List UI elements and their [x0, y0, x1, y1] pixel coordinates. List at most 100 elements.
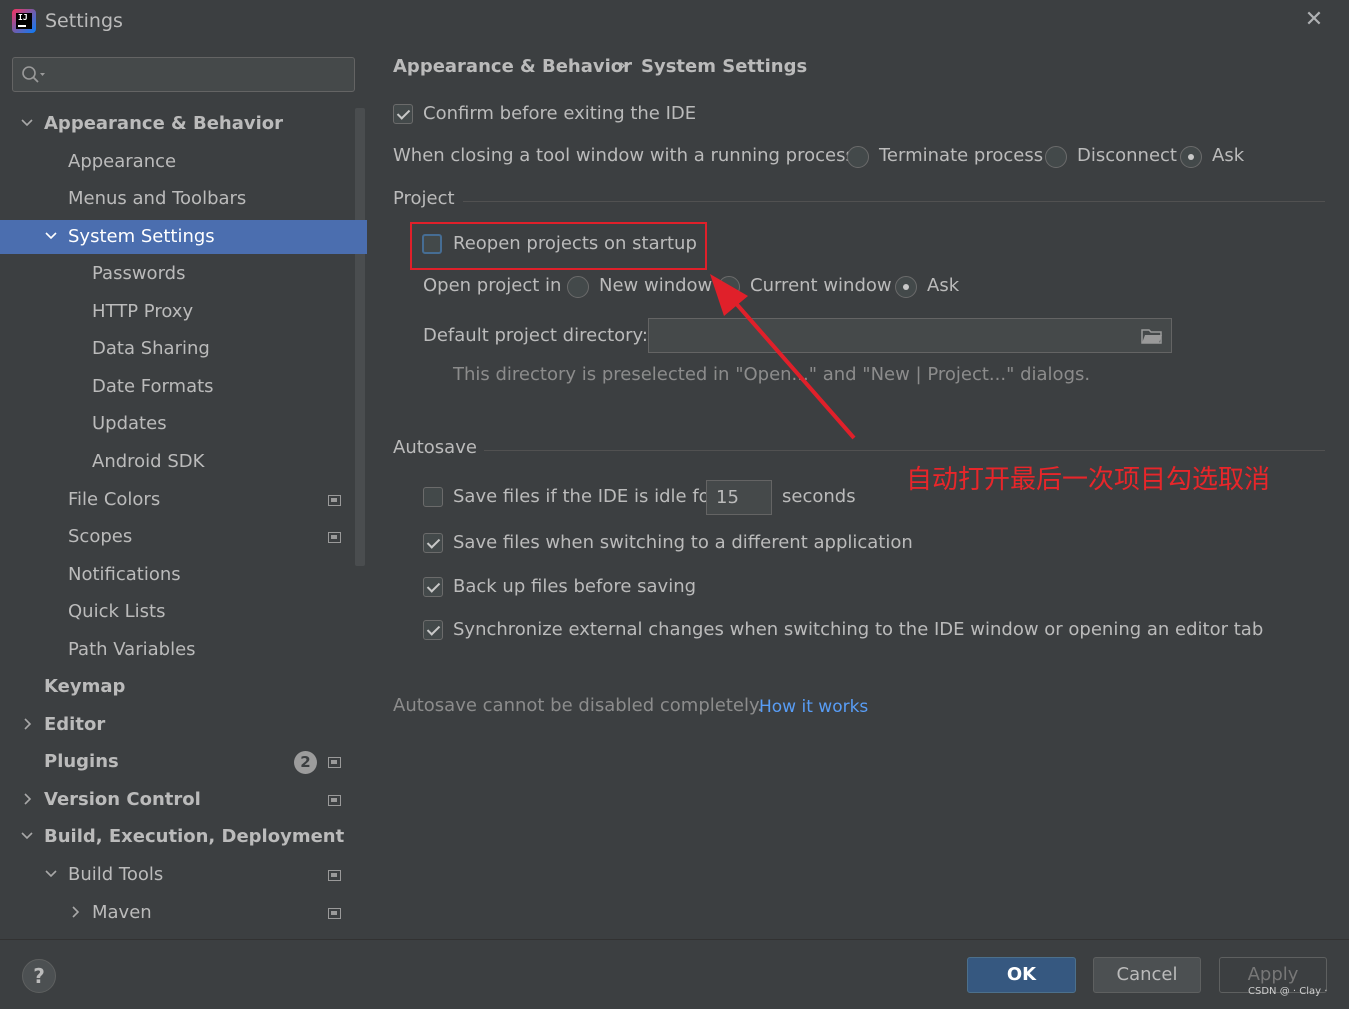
- breadcrumb-parent[interactable]: Appearance & Behavior: [393, 56, 632, 77]
- disconnect-radio[interactable]: [1045, 146, 1067, 168]
- autosave-section-title: Autosave: [393, 437, 477, 458]
- sidebar-item-label: HTTP Proxy: [92, 301, 194, 322]
- sidebar-item-label: Appearance & Behavior: [44, 113, 284, 134]
- sidebar-item-label: Keymap: [44, 676, 126, 697]
- sidebar-item-label: Appearance: [68, 151, 177, 172]
- sidebar-item-appearance-behavior[interactable]: Appearance & Behavior: [0, 107, 367, 141]
- backup-files-label: Back up files before saving: [453, 576, 697, 597]
- sidebar-item-appearance[interactable]: Appearance: [0, 145, 367, 179]
- sidebar-item-label: Build Tools: [68, 864, 164, 885]
- intellij-logo-icon: IJ: [12, 9, 36, 33]
- sidebar-item-label: Scopes: [68, 526, 133, 547]
- seconds-unit-label: seconds: [782, 486, 856, 507]
- search-icon: [22, 66, 45, 83]
- sidebar-item-keymap[interactable]: Keymap: [0, 670, 367, 704]
- title-bar: [0, 0, 1349, 42]
- project-section-divider: [463, 201, 1325, 202]
- sidebar-item-label: Quick Lists: [68, 601, 166, 622]
- breadcrumb-separator-icon: ›: [619, 55, 627, 76]
- help-button[interactable]: ?: [22, 959, 56, 993]
- project-level-icon: [328, 870, 341, 881]
- sync-external-label: Synchronize external changes when switch…: [453, 619, 1264, 640]
- sidebar-item-build-tools[interactable]: Build Tools: [0, 858, 367, 892]
- ok-button[interactable]: OK: [967, 957, 1076, 993]
- settings-search-input[interactable]: [12, 57, 355, 92]
- sidebar-item-label: Notifications: [68, 564, 181, 585]
- sidebar-item-label: Maven: [92, 902, 152, 923]
- sidebar-item-label: Build, Execution, Deployment: [44, 826, 345, 847]
- sidebar-item-label: Android SDK: [92, 451, 205, 472]
- sidebar-item-path-variables[interactable]: Path Variables: [0, 633, 367, 667]
- sidebar-item-date-formats[interactable]: Date Formats: [0, 370, 367, 404]
- annotation-highlight-box: [410, 222, 707, 270]
- closing-process-label: When closing a tool window with a runnin…: [393, 145, 861, 166]
- save-on-switch-label: Save files when switching to a different…: [453, 532, 913, 553]
- idle-seconds-input[interactable]: [706, 480, 772, 515]
- open-ask-radio[interactable]: [895, 276, 917, 298]
- project-level-icon: [328, 495, 341, 506]
- sidebar-item-file-colors[interactable]: File Colors: [0, 483, 367, 517]
- sidebar-item-label: Date Formats: [92, 376, 214, 397]
- sidebar-item-label: Data Sharing: [92, 338, 210, 359]
- sidebar-item-scopes[interactable]: Scopes: [0, 520, 367, 554]
- sidebar-item-menus-and-toolbars[interactable]: Menus and Toolbars: [0, 182, 367, 216]
- sidebar-item-label: Passwords: [92, 263, 186, 284]
- project-level-icon: [328, 757, 341, 768]
- sidebar-item-label: File Colors: [68, 489, 161, 510]
- sidebar-item-version-control[interactable]: Version Control: [0, 783, 367, 817]
- autosave-note: Autosave cannot be disabled completely.: [393, 695, 763, 716]
- how-it-works-link[interactable]: How it works: [759, 697, 868, 717]
- save-idle-label: Save files if the IDE is idle for: [453, 486, 718, 507]
- annotation-note: 自动打开最后一次项目勾选取消: [906, 465, 1271, 495]
- plugins-updates-badge: 2: [294, 751, 317, 774]
- sidebar-item-android-sdk[interactable]: Android SDK: [0, 445, 367, 479]
- folder-browse-icon[interactable]: [1141, 328, 1163, 344]
- cancel-button[interactable]: Cancel: [1093, 957, 1201, 993]
- sidebar-item-notifications[interactable]: Notifications: [0, 558, 367, 592]
- closing-ask-radio[interactable]: [1180, 146, 1202, 168]
- sidebar-item-quick-lists[interactable]: Quick Lists: [0, 595, 367, 629]
- sidebar-item-updates[interactable]: Updates: [0, 407, 367, 441]
- sidebar-item-label: System Settings: [68, 226, 215, 247]
- sidebar-item-label: Version Control: [44, 789, 201, 810]
- sidebar-item-label: Menus and Toolbars: [68, 188, 247, 209]
- backup-files-checkbox[interactable]: [423, 577, 443, 597]
- open-project-in-label: Open project in: [423, 275, 562, 296]
- sidebar-item-label: Path Variables: [68, 639, 196, 660]
- sidebar-item-http-proxy[interactable]: HTTP Proxy: [0, 295, 367, 329]
- sidebar-item-editor[interactable]: Editor: [0, 708, 367, 742]
- sidebar-item-label: Plugins: [44, 751, 119, 772]
- sidebar-item-label: Updates: [92, 413, 167, 434]
- sidebar-item-passwords[interactable]: Passwords: [0, 257, 367, 291]
- chevron-right-icon[interactable]: [19, 708, 35, 742]
- sidebar-item-label: Editor: [44, 714, 106, 735]
- project-level-icon: [328, 908, 341, 919]
- chevron-right-icon[interactable]: [67, 896, 83, 930]
- sync-external-checkbox[interactable]: [423, 620, 443, 640]
- sidebar-item-maven[interactable]: Maven: [0, 896, 367, 930]
- window-title: Settings: [45, 10, 123, 32]
- project-section-title: Project: [393, 188, 455, 209]
- confirm-exit-checkbox[interactable]: [393, 104, 413, 124]
- sidebar-item-plugins[interactable]: Plugins 2: [0, 745, 367, 779]
- save-idle-checkbox[interactable]: [423, 487, 443, 507]
- project-level-icon: [328, 795, 341, 806]
- sidebar-item-build-execution-deployment[interactable]: Build, Execution, Deployment: [0, 820, 367, 854]
- sidebar-item-system-settings[interactable]: System Settings: [0, 220, 367, 254]
- default-directory-label: Default project directory:: [423, 325, 648, 346]
- save-on-switch-checkbox[interactable]: [423, 533, 443, 553]
- new-window-label: New window: [599, 275, 713, 296]
- project-level-icon: [328, 532, 341, 543]
- sidebar-item-data-sharing[interactable]: Data Sharing: [0, 332, 367, 366]
- terminate-process-radio[interactable]: [847, 146, 869, 168]
- breadcrumb-current: System Settings: [641, 56, 808, 77]
- chevron-down-icon[interactable]: [19, 107, 35, 141]
- chevron-down-icon[interactable]: [43, 220, 59, 254]
- chevron-down-icon[interactable]: [43, 858, 59, 892]
- new-window-radio[interactable]: [567, 276, 589, 298]
- closing-ask-label: Ask: [1212, 145, 1245, 166]
- chevron-right-icon[interactable]: [19, 783, 35, 817]
- chevron-down-icon[interactable]: [19, 820, 35, 854]
- open-ask-label: Ask: [927, 275, 960, 296]
- close-icon[interactable]: ✕: [1302, 8, 1326, 32]
